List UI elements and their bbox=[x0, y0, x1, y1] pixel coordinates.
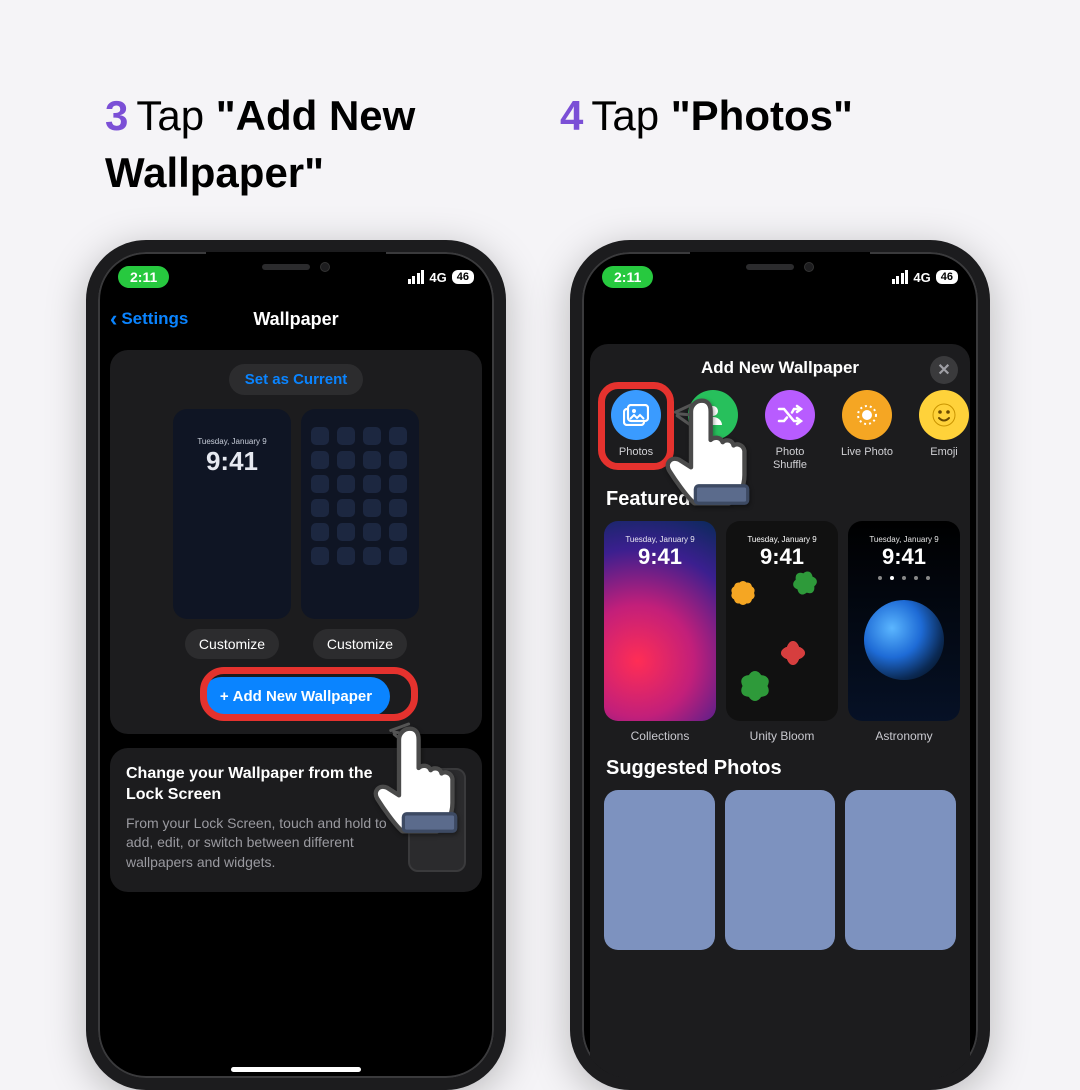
plus-icon: + bbox=[220, 688, 229, 705]
notch bbox=[206, 252, 386, 282]
category-photo-shuffle[interactable]: Photo Shuffle bbox=[758, 390, 822, 472]
close-button[interactable]: ✕ bbox=[930, 356, 958, 384]
lockscreen-tip-card: Change your Wallpaper from the Lock Scre… bbox=[110, 748, 482, 892]
close-icon: ✕ bbox=[937, 360, 950, 380]
add-new-wallpaper-button[interactable]: +Add New Wallpaper bbox=[202, 677, 390, 716]
category-row[interactable]: Photos People Photo Shuffle bbox=[590, 390, 970, 482]
tip-title: Change your Wallpaper from the Lock Scre… bbox=[126, 764, 394, 806]
photos-icon bbox=[611, 390, 661, 440]
tip-body: From your Lock Screen, touch and hold to… bbox=[126, 814, 394, 873]
earth-icon bbox=[864, 600, 944, 680]
lockscreen-preview[interactable]: Tuesday, January 9 9:41 bbox=[173, 409, 291, 619]
tip-mini-phone bbox=[408, 768, 466, 872]
wallpaper-card: Set as Current Tuesday, January 9 9:41 C… bbox=[110, 350, 482, 734]
status-time: 2:11 bbox=[602, 266, 653, 288]
emoji-icon bbox=[919, 390, 969, 440]
step-number: 4 bbox=[560, 92, 583, 139]
battery-icon: 46 bbox=[936, 270, 958, 284]
nav-bar: ‹ Settings Wallpaper bbox=[98, 296, 494, 342]
category-emoji[interactable]: Emoji bbox=[912, 390, 970, 472]
status-time: 2:11 bbox=[118, 266, 169, 288]
battery-icon: 46 bbox=[452, 270, 474, 284]
customize-home-button[interactable]: Customize bbox=[313, 629, 407, 659]
category-live-photo[interactable]: Live Photo bbox=[835, 390, 899, 472]
back-label: Settings bbox=[121, 309, 188, 329]
featured-astronomy[interactable]: Tuesday, January 9 9:41 Astronomy bbox=[848, 521, 960, 743]
step-3-heading: 3Tap "Add New Wallpaper" bbox=[105, 88, 505, 201]
featured-collections[interactable]: Tuesday, January 9 9:41 Collections bbox=[604, 521, 716, 743]
suggested-photos-row[interactable] bbox=[590, 790, 970, 950]
signal-icon bbox=[408, 270, 425, 284]
shuffle-icon bbox=[765, 390, 815, 440]
live-photo-icon bbox=[842, 390, 892, 440]
suggested-photo[interactable] bbox=[725, 790, 836, 950]
signal-icon bbox=[892, 270, 909, 284]
suggested-photo[interactable] bbox=[604, 790, 715, 950]
step-4-heading: 4Tap "Photos" bbox=[560, 88, 980, 145]
featured-unity-bloom[interactable]: Tuesday, January 9 9:41 bbox=[726, 521, 838, 743]
homescreen-preview[interactable] bbox=[301, 409, 419, 619]
add-wallpaper-sheet: Add New Wallpaper ✕ Photos bbox=[590, 344, 970, 1078]
featured-row[interactable]: Tuesday, January 9 9:41 Collections Tues… bbox=[590, 521, 970, 751]
sheet-title: Add New Wallpaper bbox=[701, 358, 859, 377]
suggested-heading: Suggested Photos bbox=[590, 751, 970, 790]
phone-step-3: 2:11 4G 46 ‹ Settings Wallpaper Set as C… bbox=[86, 240, 506, 1090]
suggested-photo[interactable] bbox=[845, 790, 956, 950]
back-button[interactable]: ‹ Settings bbox=[110, 306, 188, 332]
set-as-current-button[interactable]: Set as Current bbox=[229, 364, 364, 395]
chevron-left-icon: ‹ bbox=[110, 306, 117, 332]
network-label: 4G bbox=[913, 270, 930, 285]
phone-step-4: 2:11 4G 46 Add New Wallpaper ✕ bbox=[570, 240, 990, 1090]
customize-lock-button[interactable]: Customize bbox=[185, 629, 279, 659]
featured-heading: Featured bbox=[590, 482, 970, 521]
home-indicator[interactable] bbox=[231, 1067, 361, 1072]
category-photos[interactable]: Photos bbox=[604, 390, 668, 472]
notch bbox=[690, 252, 870, 282]
page-title: Wallpaper bbox=[253, 309, 338, 330]
step-number: 3 bbox=[105, 92, 128, 139]
network-label: 4G bbox=[429, 270, 446, 285]
